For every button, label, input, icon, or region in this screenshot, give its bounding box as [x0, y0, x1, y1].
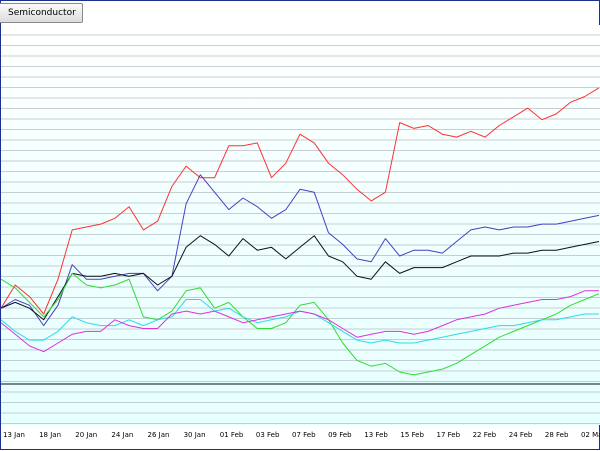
semiconductor-button[interactable]: Semiconductor	[0, 3, 83, 23]
x-tick-label: 22 Feb	[473, 431, 497, 439]
x-tick-label: 24 Feb	[509, 431, 533, 439]
line-chart: 13 Jan 18 Jan 20 Jan 24 Jan 26 Jan 30 Jan 01 F…	[1, 25, 600, 439]
x-tick-label: 13 Jan	[3, 431, 25, 439]
x-tick-label: 15 Feb	[400, 431, 424, 439]
plot-background	[1, 25, 600, 425]
x-tick-label: 17 Feb	[437, 431, 461, 439]
x-axis-ticks: 13 Jan 18 Jan 20 Jan 24 Jan 26 Jan 30 Jan 01 F…	[3, 431, 600, 439]
x-tick-label: 26 Jan	[148, 431, 170, 439]
x-tick-label: 18 Jan	[39, 431, 61, 439]
x-tick-label: 28 Feb	[545, 431, 569, 439]
x-tick-label: 07 Feb	[292, 431, 316, 439]
x-tick-label: 09 Feb	[328, 431, 352, 439]
x-tick-label: 02 Mar	[581, 431, 600, 439]
x-tick-label: 24 Jan	[111, 431, 133, 439]
x-tick-label: 01 Feb	[220, 431, 244, 439]
x-tick-label: 20 Jan	[75, 431, 97, 439]
chart-window: 13 Jan 18 Jan 20 Jan 24 Jan 26 Jan 30 Jan 01 F…	[0, 0, 600, 450]
x-tick-label: 03 Feb	[256, 431, 280, 439]
x-tick-label: 13 Feb	[364, 431, 388, 439]
x-tick-label: 30 Jan	[184, 431, 206, 439]
